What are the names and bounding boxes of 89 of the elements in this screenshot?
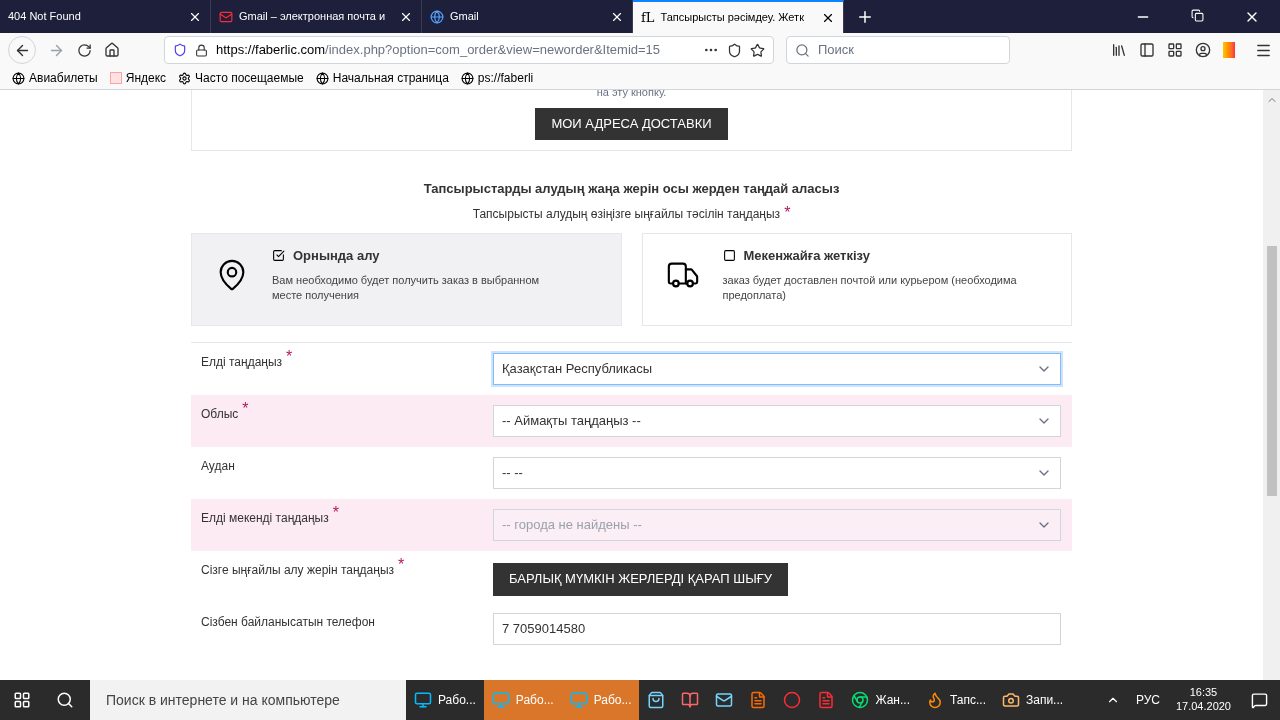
my-addresses-button[interactable]: МОИ АДРЕСА ДОСТАВКИ [535, 108, 728, 140]
url-text: https://faberlic.com/index.php?option=com_order&view=neworder&Itemid=15 [216, 41, 662, 60]
globe-icon [315, 71, 329, 85]
scrollbar[interactable] [1263, 90, 1280, 680]
show-locations-button[interactable]: БАРЛЫҚ МҮМКІН ЖЕРЛЕРДІ ҚАРАП ШЫҒУ [493, 562, 789, 596]
section-heading: Тапсырыстарды алудың жаңа жерін осы жерден таңдай аласыз [423, 180, 840, 198]
dropdown-field[interactable]: Қазақстан Республикасы [493, 352, 1061, 385]
taskbar-app[interactable]: Тапс... [918, 680, 994, 720]
field-label: Сізбен байланысатын телефон [201, 613, 375, 631]
search-placeholder: Поиск [818, 41, 855, 60]
delivery-option-card[interactable]: Мекенжайға жеткізу заказ будет доставлен почтой или курьером (необходима предоплата) [641, 232, 1072, 326]
required-mark: * [784, 204, 791, 221]
taskbar-search-field[interactable]: Поиск в интернете и на компьютере [90, 680, 406, 720]
required-mark: * [332, 504, 339, 521]
account-icon[interactable] [1195, 42, 1211, 58]
field-label: Елді мекенді таңдаңыз [201, 509, 329, 527]
bookmark-link[interactable]: Начальная страница [332, 69, 449, 87]
field-label: Аудан [201, 457, 235, 475]
dropdown-value: -- -- [502, 463, 524, 482]
tab-title: 404 Not Found [8, 9, 82, 25]
delivery-option-card[interactable]: Орнында алу Вам необходимо будет получить заказ в выбранном месте получения [191, 232, 622, 326]
clock-date: 17.04.2020 [1175, 700, 1231, 714]
checkbox[interactable] [272, 248, 285, 262]
search-field[interactable]: Поиск [786, 36, 1010, 64]
option-description: Вам необходимо будет получить заказ в выбранном месте получения [272, 273, 541, 303]
site-logo: fL [641, 8, 655, 27]
tab-title: Gmail – электронная почта и [239, 9, 387, 25]
search-icon [795, 42, 810, 58]
mail-icon [715, 691, 734, 709]
library-icon[interactable] [1111, 42, 1127, 58]
mail-icon [219, 9, 233, 24]
field-label: Сізге ыңғайлы алу жерін таңдаңыз [201, 561, 395, 579]
reload-icon[interactable] [77, 42, 92, 58]
book-icon [681, 691, 700, 709]
field-label: Елді таңдаңыз [201, 353, 283, 371]
app-label: Рабо... [438, 692, 476, 709]
required-mark: * [242, 400, 249, 417]
bookmark-link[interactable]: Авиабилеты [29, 69, 98, 87]
globe-icon [460, 71, 474, 85]
app-label: Жан... [875, 692, 910, 709]
note-text: на эту кнопку. [596, 90, 667, 98]
field-label: Облыс [201, 405, 239, 423]
bookmark-link[interactable]: Яндекс [125, 69, 167, 87]
sidebar-icon[interactable] [1139, 42, 1155, 58]
app-label: Тапс... [950, 692, 986, 709]
tab-title: Gmail [450, 9, 480, 25]
option-title: Мекенжайға жеткізу [743, 246, 870, 265]
required-mark: * [286, 348, 293, 365]
chrome-icon [851, 691, 870, 709]
option-description: заказ будет доставлен почтой или курьером (необходима предоплата) [722, 273, 1018, 303]
address-bar[interactable]: https://faberlic.com/index.php?option=com_order&view=neworder&Itemid=15 [164, 36, 774, 64]
clock-time: 16:35 [1189, 686, 1218, 700]
section-subheading: Тапсырысты алудың өзіңізге ыңғайлы тәсілін таңдаңыз [472, 205, 781, 223]
shield-icon [173, 43, 187, 57]
language-indicator[interactable]: РУС [1135, 691, 1160, 709]
lock-icon [195, 43, 208, 57]
desktop-icon [414, 691, 432, 709]
dropdown-value: Қазақстан Республикасы [502, 359, 654, 378]
app-label: Рабо... [593, 692, 632, 709]
app-label: Рабо... [515, 692, 554, 709]
option-title: Орнында алу [293, 246, 380, 265]
bookmark-link[interactable]: Часто посещаемые [195, 69, 304, 87]
taskbar-app[interactable]: Жан... [843, 680, 918, 720]
search-icon[interactable] [56, 691, 74, 709]
home-icon[interactable] [104, 42, 120, 58]
desktop-icon [491, 691, 510, 709]
globe-icon [430, 9, 444, 24]
dropdown-field[interactable]: -- Аймақты таңдаңыз -- [493, 404, 1061, 437]
store-icon [647, 691, 666, 709]
taskbar-app[interactable]: Рабо... [406, 680, 484, 720]
desktop-icon [569, 691, 588, 709]
dropdown-value: -- города не найдены -- [502, 515, 643, 534]
browser-tab[interactable]: fL Тапсырысты рәсімдеу. Жетк [633, 0, 844, 33]
checkbox[interactable] [722, 248, 736, 262]
restore-icon[interactable] [1191, 8, 1204, 22]
dropdown-field[interactable]: -- -- [493, 456, 1061, 489]
taskbar-app[interactable]: Запи... [994, 680, 1072, 720]
dropdown-value: -- Аймақты таңдаңыз -- [502, 411, 642, 430]
gear-icon [178, 71, 192, 85]
doc-icon [749, 691, 768, 709]
extensions-icon[interactable] [1167, 42, 1183, 58]
app-label: Запи... [1026, 692, 1064, 709]
notifications-icon[interactable] [1251, 691, 1268, 709]
required-mark: * [398, 556, 405, 573]
phone-input[interactable]: 7 7059014580 [493, 612, 1061, 645]
bookmark-link[interactable]: ps://faberli [477, 69, 534, 87]
star-icon[interactable] [750, 42, 765, 58]
globe-icon [12, 71, 25, 85]
tab-title: Тапсырысты рәсімдеу. Жетк [660, 10, 805, 26]
